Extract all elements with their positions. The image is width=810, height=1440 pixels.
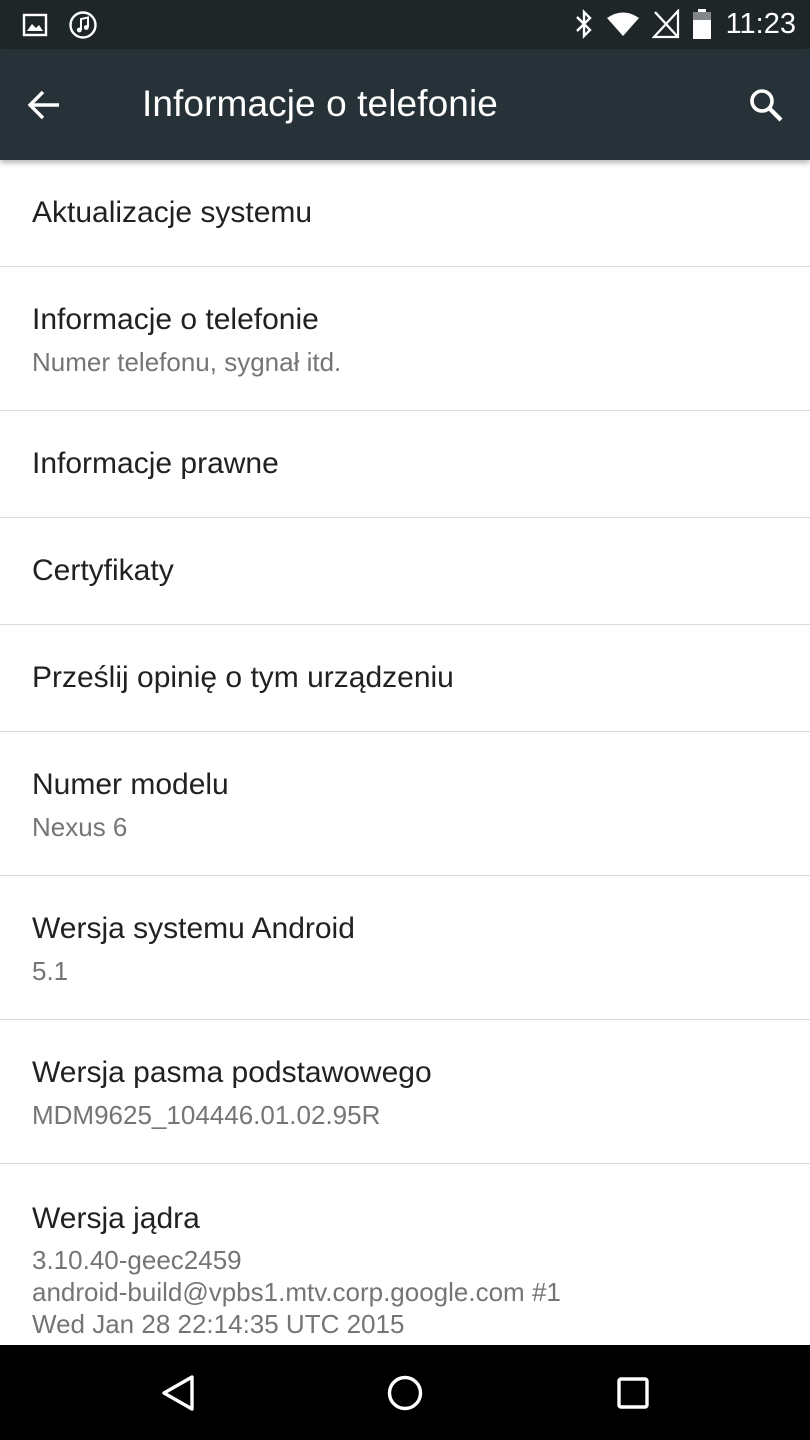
list-item-summary: MDM9625_104446.01.02.95R [32,1100,381,1130]
arrow-back-icon [27,90,59,120]
nav-back-icon [162,1375,194,1411]
nav-recents-button[interactable] [605,1365,661,1421]
nav-back-button[interactable] [150,1365,206,1421]
list-item-phone-status[interactable]: Informacje o telefonie Numer telefonu, s… [0,267,810,411]
kernel-version-line: 3.10.40-geec2459 [32,1245,242,1275]
list-item-summary: Nexus 6 [32,812,128,842]
bluetooth-icon [574,9,594,39]
list-item-title: Prześlij opinię o tym urządzeniu [32,661,454,694]
nav-home-button[interactable] [377,1365,433,1421]
list-item-send-feedback[interactable]: Prześlij opinię o tym urządzeniu [0,625,810,732]
status-bar: 11:23 [0,0,810,49]
list-item-android-version[interactable]: Wersja systemu Android 5.1 [0,876,810,1020]
no-signal-icon [651,9,680,39]
search-button[interactable] [740,79,792,131]
list-item-title: Numer modelu [32,768,229,801]
battery-icon [692,8,712,40]
search-icon [750,89,783,122]
list-item-summary: 5.1 [32,956,69,986]
kernel-build-host-line: android-build@vpbs1.mtv.corp.google.com … [32,1277,561,1307]
list-item-title: Aktualizacje systemu [32,196,313,229]
list-item-system-updates[interactable]: Aktualizacje systemu [0,160,810,267]
list-item-summary: 3.10.40-geec2459 android-build@vpbs1.mtv… [32,1244,561,1340]
list-item-title: Informacje o telefonie [32,303,319,336]
list-item-baseband-version[interactable]: Wersja pasma podstawowego MDM9625_104446… [0,1020,810,1164]
list-item-kernel-version[interactable]: Wersja jądra 3.10.40-geec2459 android-bu… [0,1164,810,1349]
wifi-icon [606,10,640,38]
nav-recents-icon [617,1377,649,1409]
list-item-title: Informacje prawne [32,447,279,480]
list-item-model-number[interactable]: Numer modelu Nexus 6 [0,732,810,876]
app-bar: Informacje o telefonie [0,49,810,160]
list-item-title: Wersja jądra [32,1202,200,1235]
status-clock: 11:23 [725,8,796,40]
music-icon [68,10,98,40]
image-icon [22,12,48,38]
list-item-title: Wersja systemu Android [32,912,355,945]
list-item-summary: Numer telefonu, sygnał itd. [32,347,342,377]
list-item-certificates[interactable]: Certyfikaty [0,518,810,625]
list-item-legal-info[interactable]: Informacje prawne [0,411,810,518]
back-button[interactable] [20,81,68,129]
navigation-bar [0,1345,810,1440]
kernel-build-date-line: Wed Jan 28 22:14:35 UTC 2015 [32,1309,405,1339]
page-title: Informacje o telefonie [142,83,498,124]
list-item-title: Wersja pasma podstawowego [32,1056,432,1089]
settings-list: Aktualizacje systemu Informacje o telefo… [0,160,810,1349]
nav-home-icon [387,1375,423,1411]
list-item-title: Certyfikaty [32,554,174,587]
